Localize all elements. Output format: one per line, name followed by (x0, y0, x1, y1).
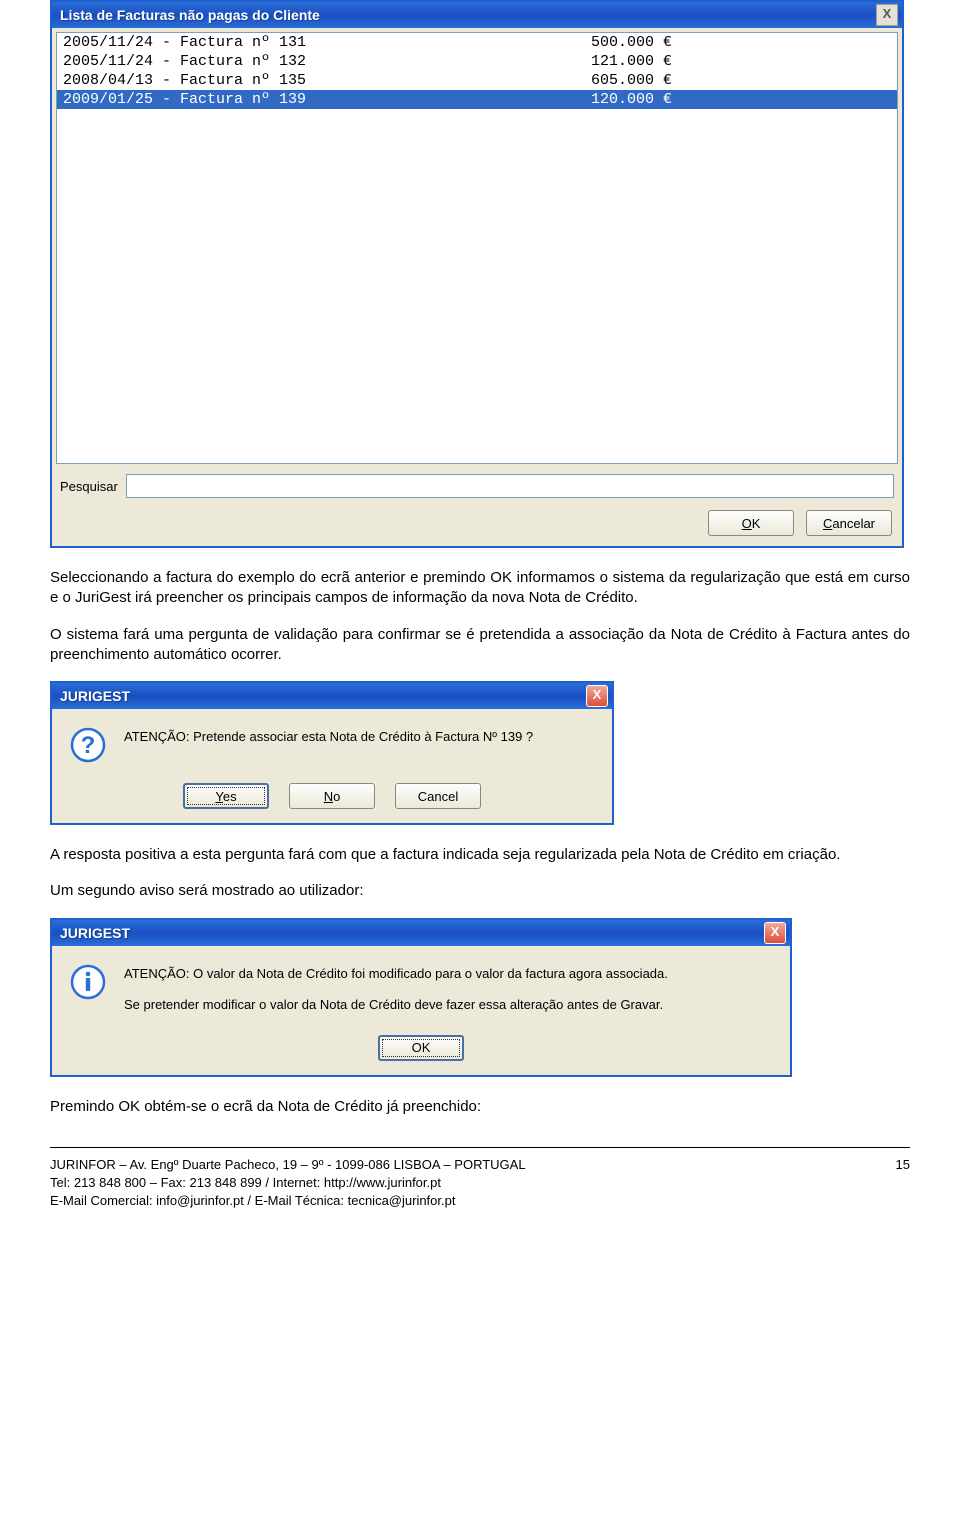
dialog-line2: Se pretender modificar o valor da Nota d… (124, 995, 668, 1015)
row-left: 2009/01/25 - Factura nº 139 (63, 91, 591, 108)
footer-line: Tel: 213 848 800 – Fax: 213 848 899 / In… (50, 1174, 870, 1192)
footer: JURINFOR – Av. Engº Duarte Pacheco, 19 –… (50, 1156, 910, 1211)
search-input[interactable] (126, 474, 894, 498)
question-icon: ? (70, 727, 106, 763)
list-item[interactable]: 2005/11/24 - Factura nº 132 121.000 € (57, 52, 897, 71)
titlebar: Lista de Facturas não pagas do Cliente X (52, 2, 902, 28)
info-dialog: JURIGEST X ATENÇÃO: O valor da Nota de C… (50, 918, 792, 1077)
footer-separator (50, 1147, 910, 1148)
footer-line: E-Mail Comercial: info@jurinfor.pt / E-M… (50, 1192, 870, 1210)
dialog-title: JURIGEST (60, 925, 130, 941)
confirm-dialog: JURIGEST X ? ATENÇÃO: Pretende associar … (50, 681, 614, 825)
dialog-buttons: Yes No Cancel (70, 783, 594, 809)
list-item[interactable]: 2005/11/24 - Factura nº 131 500.000 € (57, 33, 897, 52)
page-number: 15 (870, 1156, 910, 1211)
paragraph: Seleccionando a factura do exemplo do ec… (50, 568, 910, 609)
footer-line: JURINFOR – Av. Engº Duarte Pacheco, 19 –… (50, 1156, 870, 1174)
search-label: Pesquisar (60, 479, 118, 494)
paragraph: Um segundo aviso será mostrado ao utiliz… (50, 881, 910, 901)
yes-button[interactable]: Yes (183, 783, 269, 809)
invoice-list[interactable]: 2005/11/24 - Factura nº 131 500.000 € 20… (56, 32, 898, 464)
row-left: 2005/11/24 - Factura nº 132 (63, 53, 591, 70)
row-right: 120.000 € (591, 91, 891, 108)
ok-button[interactable]: OK (708, 510, 794, 536)
row-right: 121.000 € (591, 53, 891, 70)
no-button[interactable]: No (289, 783, 375, 809)
dialog-body: ATENÇÃO: O valor da Nota de Crédito foi … (52, 946, 790, 1075)
search-row: Pesquisar (52, 468, 902, 504)
invoice-list-window: Lista de Facturas não pagas do Cliente X… (50, 0, 904, 548)
close-icon[interactable]: X (764, 922, 786, 944)
cancel-button[interactable]: Cancelar (806, 510, 892, 536)
paragraph: Premindo OK obtém-se o ecrã da Nota de C… (50, 1097, 910, 1117)
dialog-title: JURIGEST (60, 688, 130, 704)
cancel-button[interactable]: Cancel (395, 783, 481, 809)
list-item-selected[interactable]: 2009/01/25 - Factura nº 139 120.000 € (57, 90, 897, 109)
button-row: OK Cancelar (52, 504, 902, 546)
row-right: 500.000 € (591, 34, 891, 51)
dialog-buttons: OK (70, 1035, 772, 1061)
titlebar: JURIGEST X (52, 683, 612, 709)
paragraph: A resposta positiva a esta pergunta fará… (50, 845, 910, 865)
close-icon[interactable]: X (876, 4, 898, 26)
dialog-message: ATENÇÃO: Pretende associar esta Nota de … (124, 727, 533, 747)
paragraph: O sistema fará uma pergunta de validação… (50, 625, 910, 666)
dialog-line1: ATENÇÃO: O valor da Nota de Crédito foi … (124, 964, 668, 984)
titlebar: JURIGEST X (52, 920, 790, 946)
close-icon[interactable]: X (586, 685, 608, 707)
dialog-message: ATENÇÃO: O valor da Nota de Crédito foi … (124, 964, 668, 1015)
ok-button[interactable]: OK (378, 1035, 464, 1061)
svg-text:?: ? (81, 732, 96, 759)
dialog-body: ? ATENÇÃO: Pretende associar esta Nota d… (52, 709, 612, 823)
row-right: 605.000 € (591, 72, 891, 89)
row-left: 2008/04/13 - Factura nº 135 (63, 72, 591, 89)
window-title: Lista de Facturas não pagas do Cliente (60, 7, 320, 23)
list-item[interactable]: 2008/04/13 - Factura nº 135 605.000 € (57, 71, 897, 90)
info-icon (70, 964, 106, 1000)
row-left: 2005/11/24 - Factura nº 131 (63, 34, 591, 51)
